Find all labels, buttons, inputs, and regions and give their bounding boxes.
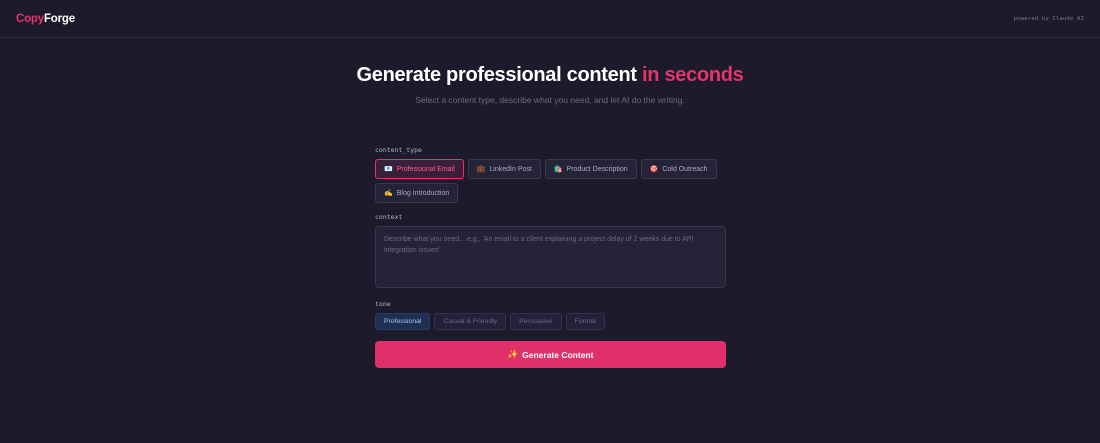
context-label: context: [375, 213, 403, 221]
title-main: Generate professional content: [356, 64, 637, 86]
tone-options: Professional Casual & Friendly Persuasiv…: [375, 313, 726, 330]
tone-label: tone: [375, 300, 391, 308]
sparkles-icon: ✨: [507, 349, 519, 359]
tone-option-formal[interactable]: Formal: [565, 313, 605, 330]
content-type-option-product-description[interactable]: 🛍️ Product Description: [544, 159, 637, 179]
content-type-option-label: Blog Introduction: [396, 189, 450, 197]
content-type-option-label: Cold Outreach: [662, 165, 708, 173]
content-type-section: content_type 📧 Professional Email 💼 Link…: [375, 146, 726, 203]
app-logo[interactable]: CopyForge: [16, 13, 75, 25]
briefcase-icon: 💼: [476, 166, 486, 173]
content-type-option-linkedin-post[interactable]: 💼 LinkedIn Post: [467, 159, 541, 179]
powered-by-label: powered by Claude AI: [1013, 15, 1084, 22]
content-type-option-label: Product Description: [566, 165, 628, 173]
content-type-option-professional-email[interactable]: 📧 Professional Email: [375, 159, 464, 179]
content-type-label: content_type: [375, 146, 422, 154]
page-title: Generate professional content in seconds: [0, 63, 1100, 87]
tone-option-professional[interactable]: Professional: [375, 313, 431, 330]
hero: Generate professional content in seconds…: [0, 63, 1100, 105]
target-icon: 🎯: [649, 166, 659, 173]
content-form: content_type 📧 Professional Email 💼 Link…: [375, 146, 726, 368]
content-type-option-label: Professional Email: [396, 165, 455, 173]
content-type-options: 📧 Professional Email 💼 LinkedIn Post 🛍️ …: [375, 159, 726, 203]
envelope-icon: 📧: [384, 166, 393, 173]
content-type-option-label: LinkedIn Post: [489, 165, 532, 173]
logo-forge: Forge: [43, 12, 75, 25]
shopping-bags-icon: 🛍️: [553, 166, 563, 173]
content-type-option-cold-outreach[interactable]: 🎯 Cold Outreach: [640, 159, 717, 179]
generate-content-button[interactable]: ✨ Generate Content: [375, 341, 726, 368]
tone-option-casual-friendly[interactable]: Casual & Friendly: [434, 313, 507, 330]
tone-option-persuasive[interactable]: Persuasive: [510, 313, 562, 330]
title-accent: in seconds: [642, 64, 744, 86]
page-subtitle: Select a content type, describe what you…: [415, 95, 685, 105]
logo-copy: Copy: [16, 12, 44, 25]
context-section: context: [375, 213, 726, 288]
generate-button-label: Generate Content: [522, 349, 594, 360]
top-bar: CopyForge powered by Claude AI: [0, 0, 1100, 38]
context-textarea[interactable]: [375, 226, 726, 288]
writing-hand-icon: ✍️: [384, 190, 393, 197]
tone-section: tone Professional Casual & Friendly Pers…: [375, 300, 726, 330]
content-type-option-blog-introduction[interactable]: ✍️ Blog Introduction: [375, 183, 459, 203]
